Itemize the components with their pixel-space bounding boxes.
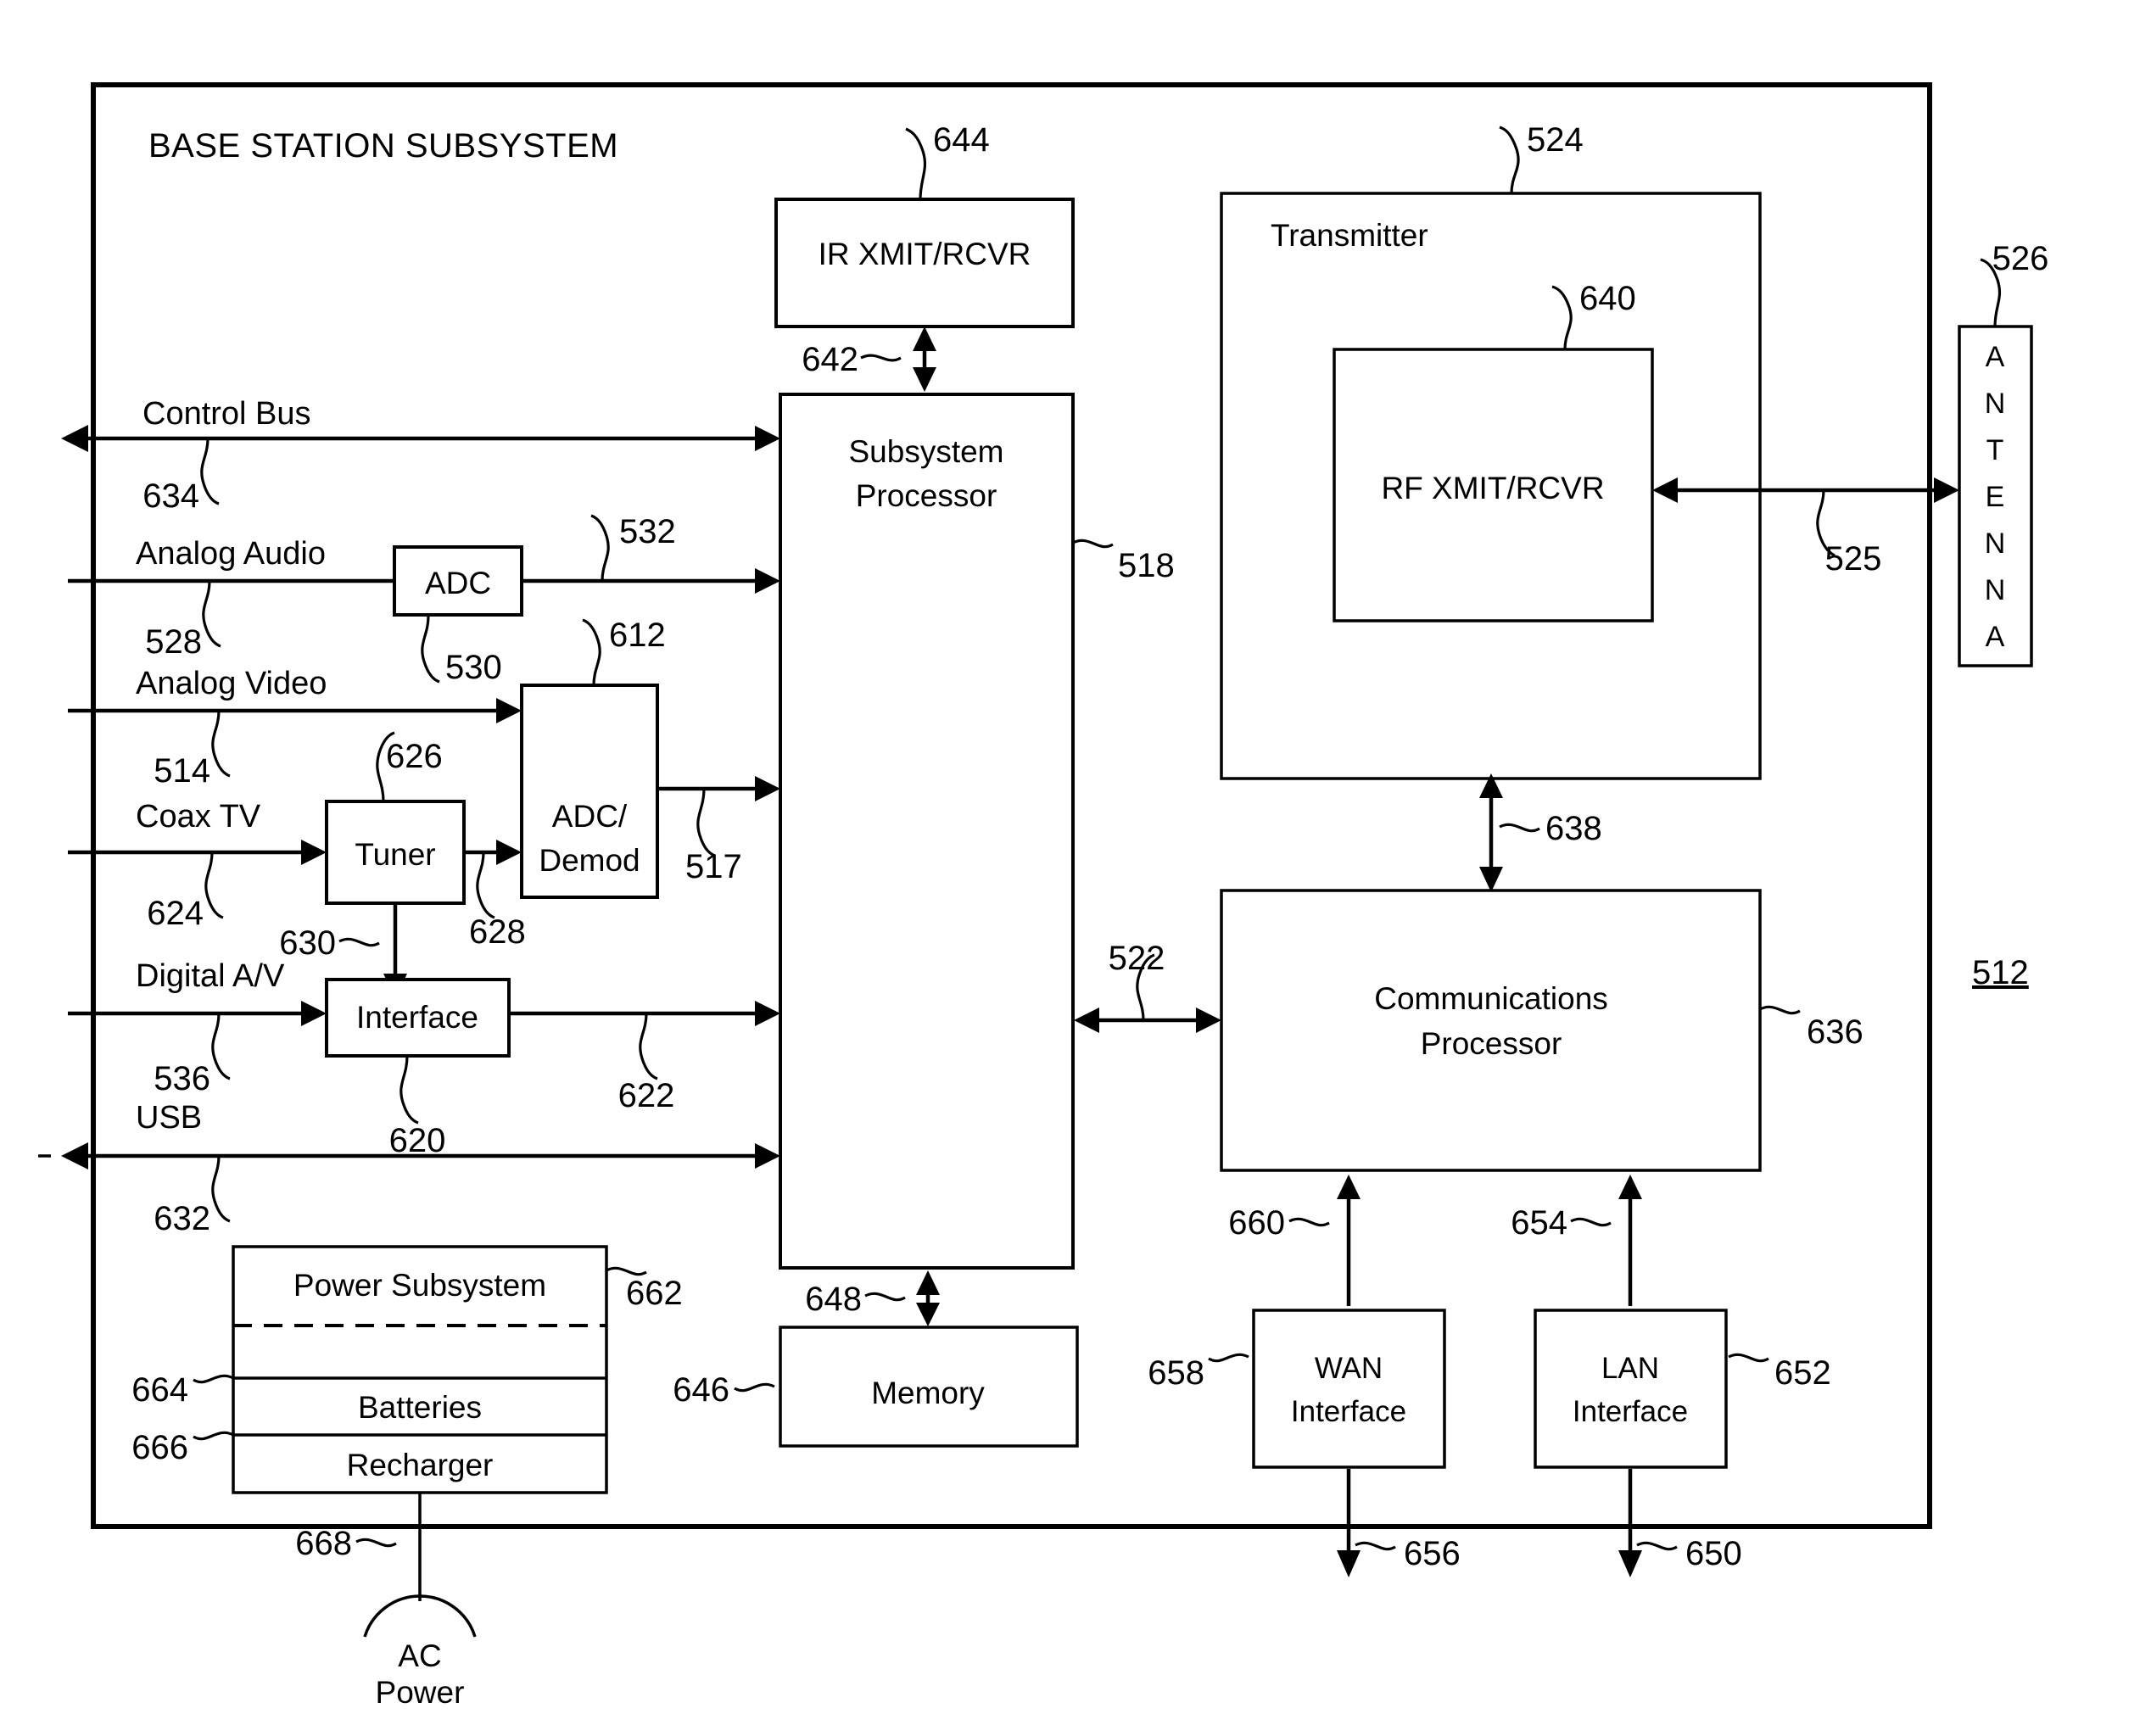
label-analog-video: Analog Video (136, 666, 327, 701)
label-memory: Memory (871, 1376, 985, 1410)
label-ac-power-line1: AC (398, 1638, 441, 1673)
label-coax-tv: Coax TV (136, 799, 261, 835)
figure-ref-512: 512 (1972, 954, 2029, 991)
ref-658: 658 (1148, 1354, 1204, 1392)
ref-612: 612 (609, 617, 666, 654)
label-power-subsystem: Power Subsystem (293, 1268, 546, 1303)
label-usb: USB (136, 1100, 202, 1136)
arrowhead-656-down (1337, 1550, 1361, 1577)
ref-640: 640 (1579, 280, 1636, 317)
lead-line-650 (1636, 1541, 1678, 1551)
ref-536: 536 (154, 1060, 210, 1097)
arrowhead-usb-left (61, 1142, 88, 1169)
label-communications-processor-line2: Processor (1421, 1026, 1562, 1061)
ref-530: 530 (445, 649, 502, 686)
ref-517: 517 (685, 848, 742, 885)
antenna-letter-t: T (1986, 434, 2004, 466)
ref-526: 526 (1992, 240, 2049, 277)
antenna-letter-n1: N (1985, 388, 2006, 420)
block-wan-interface (1252, 1309, 1446, 1469)
ref-626: 626 (386, 738, 443, 775)
label-digital-av: Digital A/V (136, 958, 285, 994)
ref-644: 644 (933, 121, 990, 159)
label-subsystem-processor-line1: Subsystem (848, 434, 1003, 469)
label-analog-audio: Analog Audio (136, 536, 326, 572)
arrowhead-650-down (1618, 1550, 1642, 1577)
ref-654: 654 (1511, 1204, 1567, 1242)
lead-line-668 (355, 1538, 397, 1548)
antenna-letter-n3: N (1985, 574, 2006, 606)
label-adc-demod-line1: ADC/ (552, 799, 628, 834)
ref-632: 632 (154, 1200, 210, 1237)
ref-646: 646 (673, 1371, 729, 1409)
label-ac-power-line2: Power (376, 1675, 465, 1710)
label-adc: ADC (425, 566, 491, 600)
label-lan-interface-line1: LAN (1601, 1352, 1659, 1385)
ref-656: 656 (1404, 1535, 1461, 1572)
ref-628: 628 (469, 913, 526, 951)
ref-648: 648 (805, 1281, 862, 1318)
figure-title: BASE STATION SUBSYSTEM (148, 127, 618, 165)
label-batteries: Batteries (358, 1390, 482, 1425)
ref-668: 668 (295, 1525, 352, 1562)
ref-518: 518 (1118, 547, 1175, 584)
antenna-letter-a1: A (1986, 341, 2005, 373)
label-interface: Interface (356, 1000, 478, 1035)
arrowhead-525-right (1934, 477, 1959, 503)
ref-650: 650 (1685, 1535, 1742, 1572)
arrowhead-control-bus-left (61, 425, 88, 452)
label-wan-interface-line2: Interface (1291, 1395, 1406, 1428)
label-wan-interface-line1: WAN (1315, 1352, 1383, 1385)
label-ir-xmit-rcvr: IR XMIT/RCVR (819, 237, 1031, 271)
antenna-letter-n2: N (1985, 527, 2006, 560)
ref-528: 528 (145, 623, 202, 661)
label-adc-demod-line2: Demod (539, 843, 640, 878)
lead-line-656 (1355, 1541, 1396, 1551)
label-subsystem-processor-line2: Processor (856, 478, 997, 513)
label-communications-processor-line1: Communications (1374, 981, 1608, 1016)
label-lan-interface-line2: Interface (1573, 1395, 1688, 1428)
ref-624: 624 (147, 895, 204, 932)
patent-figure-canvas: BASE STATION SUBSYSTEM 512 IR XMIT/RCVR … (0, 0, 2140, 1736)
block-lan-interface (1534, 1309, 1728, 1469)
ref-525: 525 (1825, 540, 1882, 578)
ac-power-arc-icon (363, 1594, 477, 1638)
antenna-letter-e: E (1986, 481, 2005, 513)
ref-630: 630 (279, 924, 336, 962)
ref-620: 620 (389, 1122, 446, 1159)
antenna-letter-a2: A (1986, 621, 2005, 653)
ref-662: 662 (626, 1275, 683, 1312)
label-recharger: Recharger (347, 1448, 494, 1482)
ref-514: 514 (154, 752, 210, 790)
ref-666: 666 (131, 1429, 188, 1466)
ref-532: 532 (619, 513, 676, 550)
ref-642: 642 (802, 341, 858, 378)
ref-664: 664 (131, 1371, 188, 1409)
ref-636: 636 (1807, 1013, 1863, 1051)
ref-522: 522 (1109, 940, 1165, 977)
ref-524: 524 (1527, 121, 1584, 159)
label-control-bus: Control Bus (142, 396, 311, 432)
ref-660: 660 (1228, 1204, 1285, 1242)
label-tuner: Tuner (355, 837, 435, 872)
ref-622: 622 (618, 1077, 675, 1114)
block-subsystem-processor (779, 393, 1075, 1270)
label-rf-xmit-rcvr: RF XMIT/RCVR (1381, 471, 1604, 505)
block-diagram: BASE STATION SUBSYSTEM 512 IR XMIT/RCVR … (38, 82, 2049, 1710)
ref-634: 634 (142, 477, 199, 515)
ref-638: 638 (1545, 810, 1602, 847)
label-transmitter: Transmitter (1271, 218, 1428, 253)
ref-652: 652 (1774, 1354, 1831, 1392)
